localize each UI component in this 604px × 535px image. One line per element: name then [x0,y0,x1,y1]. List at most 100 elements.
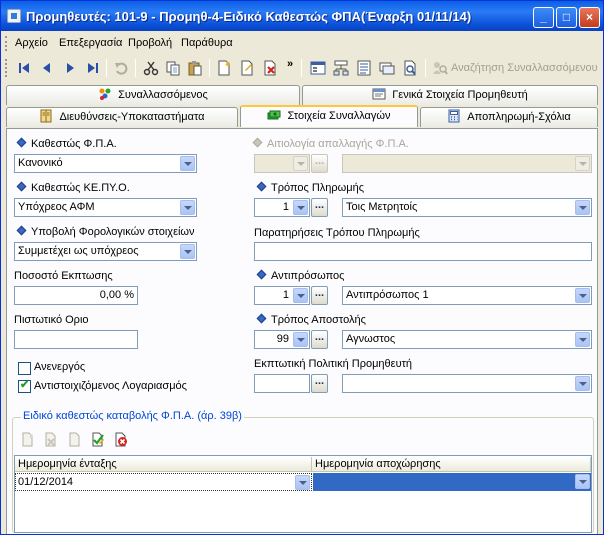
vat-status-select[interactable]: Κανονικό [14,154,197,173]
delete-row-icon[interactable] [43,432,58,447]
maximize-button[interactable]: □ [556,7,577,28]
discount-policy-lookup-button[interactable]: ... [311,374,328,393]
mapped-account-label: Αντιστοιχιζόμενος Λογαριασμός [34,380,187,392]
discount-policy-select[interactable] [342,374,592,393]
entry-date-value: 01/12/2014 [18,476,74,488]
column-header-exit-date[interactable]: Ημερομηνία αποχώρησης [312,457,591,472]
tab-counterparty[interactable]: Συναλλασσόμενος [6,85,300,105]
calculator-icon [448,109,460,123]
cards-icon[interactable] [379,60,395,76]
toolbar-separator [425,59,426,77]
list-view-icon[interactable] [356,60,372,76]
dropdown-arrow-icon[interactable] [575,376,590,391]
shipping-method-label: Τρόπος Αποστολής [256,313,366,326]
close-button[interactable]: × [579,7,600,28]
paste-icon[interactable] [187,60,203,76]
payment-method-select[interactable]: Τοις Μετρητοίς [342,198,592,217]
tab-payment[interactable]: Αποπληρωμή-Σχόλια [420,107,598,127]
shipping-method-select[interactable]: Αγνωστος [342,330,592,349]
payment-method-label: Τρόπος Πληρωμής [256,181,364,194]
general-info-icon [372,88,386,100]
minimize-button[interactable]: _ [533,7,554,28]
toolbar-overflow-icon[interactable]: » [287,58,293,70]
kepyo-status-label: Καθεστώς ΚΕ.ΠΥ.Ο. [16,181,130,194]
tab-payment-label: Αποπληρωμή-Σχόλια [467,111,571,123]
title-bar[interactable]: Προμηθευτές: 101-9 - Προμηθ-4-Ειδικό Καθ… [1,1,603,31]
vat-exemption-code-select [254,154,310,173]
inactive-label: Ανενεργός [34,361,86,373]
undo-icon[interactable] [113,60,129,76]
dropdown-arrow-icon[interactable] [293,332,308,347]
discount-percent-input[interactable]: 0,00 % [14,286,138,305]
menu-grip-icon[interactable] [5,36,8,51]
tax-submission-select[interactable]: Συμμετέχει ως υπόχρεος [14,242,197,261]
discount-policy-label: Εκπτωτική Πολιτική Προμηθευτή [254,358,413,370]
tab-general-info[interactable]: Γενικά Στοιχεία Προμηθευτή [302,85,598,105]
discount-policy-code-input[interactable] [254,374,310,393]
form-view-icon[interactable] [310,60,326,76]
tab-addresses[interactable]: Διευθύνσεις-Υποκαταστήματα [6,107,238,127]
shipping-method-code-select[interactable]: 99 [254,330,310,349]
dropdown-arrow-icon[interactable] [293,200,308,215]
required-field-icon [256,313,267,324]
new-row-icon[interactable] [20,432,35,447]
toolbar-separator [209,59,210,77]
mapped-account-checkbox[interactable] [18,378,31,393]
edit-row-icon[interactable] [67,432,82,447]
dropdown-arrow-icon[interactable] [180,244,195,259]
menu-edit[interactable]: Επεξεργασία [59,37,122,49]
dropdown-arrow-icon[interactable] [293,288,308,303]
people-icon [99,88,111,100]
new-record-icon[interactable] [216,60,232,76]
representative-code-select[interactable]: 1 [254,286,310,305]
tab-transactions-label: Στοιχεία Συναλλαγών [287,110,391,122]
entry-date-cell[interactable]: 01/12/2014 [15,473,312,491]
next-record-icon[interactable] [62,60,78,76]
vat-exemption-label: Αιτιολογία απαλλαγής Φ.Π.Α. [252,137,409,150]
required-field-icon [256,269,267,280]
print-preview-icon[interactable] [402,60,418,76]
payment-notes-input[interactable] [254,242,592,261]
kepyo-status-select[interactable]: Υπόχρεος ΑΦΜ [14,198,197,217]
cancel-row-icon[interactable] [113,432,128,447]
column-header-entry-date[interactable]: Ημερομηνία ένταξης [15,457,312,472]
address-book-icon [40,109,52,123]
copy-icon[interactable] [165,60,181,76]
dropdown-arrow-icon[interactable] [180,156,195,171]
dropdown-arrow-icon[interactable] [575,474,590,489]
payment-method-lookup-button[interactable]: ... [311,198,328,217]
toolbar-grip-icon[interactable] [5,59,8,77]
tab-transactions[interactable]: Στοιχεία Συναλλαγών [240,105,418,127]
first-record-icon[interactable] [16,60,32,76]
cut-icon[interactable] [143,60,159,76]
menu-view[interactable]: Προβολή [128,37,172,49]
menu-file[interactable]: Αρχείο [15,37,48,49]
last-record-icon[interactable] [85,60,101,76]
save-row-icon[interactable] [90,432,105,447]
dropdown-arrow-icon [293,156,308,171]
vat-exemption-lookup-button: ... [311,154,328,173]
dropdown-arrow-icon[interactable] [295,475,310,490]
tab-general-info-label: Γενικά Στοιχεία Προμηθευτή [392,89,528,101]
inactive-checkbox[interactable] [18,362,31,375]
payment-method-code-select[interactable]: 1 [254,198,310,217]
menu-windows[interactable]: Παράθυρα [181,37,233,49]
vat-exemption-select [342,154,592,173]
representative-lookup-button[interactable]: ... [311,286,328,305]
dropdown-arrow-icon[interactable] [180,200,195,215]
dropdown-arrow-icon[interactable] [575,332,590,347]
required-field-icon [256,181,267,192]
dropdown-arrow-icon[interactable] [575,288,590,303]
exit-date-cell[interactable] [313,473,591,491]
payment-notes-label: Παρατηρήσεις Τρόπου Πληρωμής [254,227,420,239]
tree-view-icon[interactable] [333,60,349,76]
dropdown-arrow-icon [575,156,590,171]
shipping-method-lookup-button[interactable]: ... [311,330,328,349]
edit-record-icon[interactable] [239,60,255,76]
dropdown-arrow-icon[interactable] [575,200,590,215]
credit-limit-input[interactable] [14,330,138,349]
representative-select[interactable]: Αντιπρόσωπος 1 [342,286,592,305]
discount-percent-label: Ποσοστό Εκπτωσης [14,270,113,282]
previous-record-icon[interactable] [39,60,55,76]
delete-record-icon[interactable] [262,60,278,76]
